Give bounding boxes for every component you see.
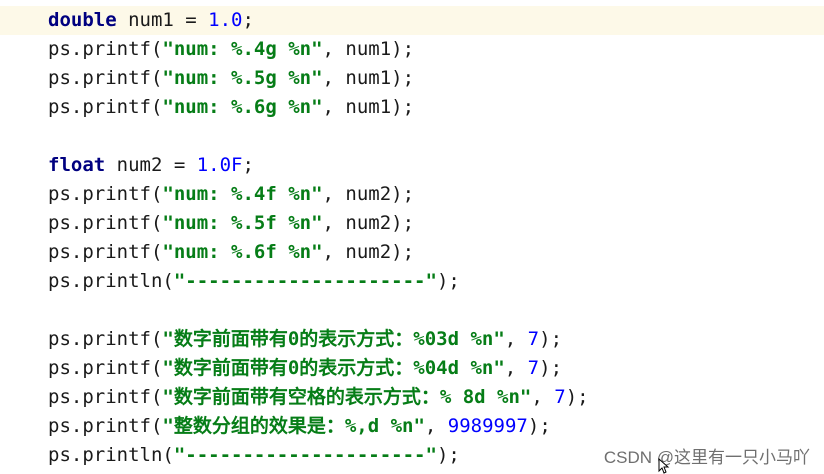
code-line-content: ps.printf("num: %.6g %n", num1);	[48, 93, 414, 122]
code-token-str: "num: %.6f %n"	[162, 241, 323, 263]
csdn-watermark: CSDN @这里有一只小马吖	[603, 448, 810, 467]
code-token-plain: ps.printf(	[48, 67, 163, 89]
code-token-plain: ;	[242, 9, 254, 31]
code-line-content: double num1 = 1.0;	[48, 6, 254, 35]
code-token-plain: , num1);	[322, 96, 415, 118]
code-token-plain: ps.printf(	[48, 96, 163, 118]
code-token-num: 7	[527, 357, 540, 379]
code-line[interactable]: ps.printf("num: %.5f %n", num2);	[0, 209, 824, 238]
code-line[interactable]	[0, 122, 824, 151]
code-token-plain: );	[539, 357, 563, 379]
code-token-plain: ps.printf(	[48, 212, 163, 234]
code-token-plain: ps.printf(	[48, 386, 163, 408]
code-token-num: 7	[527, 328, 540, 350]
code-line-content: ps.println("---------------------");	[48, 441, 460, 470]
code-line[interactable]: ps.printf("数字前面带有0的表示方式：%04d %n", 7);	[0, 354, 824, 383]
code-line-content: ps.printf("num: %.6f %n", num2);	[48, 238, 414, 267]
code-line-content: ps.printf("num: %.5g %n", num1);	[48, 64, 414, 93]
code-token-str: "数字前面带有0的表示方式：%03d %n"	[162, 328, 505, 350]
code-token-str: "数字前面带有0的表示方式：%04d %n"	[162, 357, 505, 379]
code-token-plain: ps.println(	[48, 444, 174, 466]
code-token-str: "---------------------"	[173, 444, 437, 466]
code-token-plain: ,	[504, 328, 528, 350]
code-editor[interactable]: double num1 = 1.0; ps.printf("num: %.4g %…	[0, 0, 824, 474]
code-token-plain: );	[436, 444, 460, 466]
code-token-num: 1.0F	[196, 154, 243, 176]
code-token-plain: , num1);	[322, 67, 415, 89]
code-token-plain: ,	[424, 415, 448, 437]
code-token-num: 1.0	[208, 9, 243, 31]
code-token-plain: , num1);	[322, 38, 415, 60]
code-line[interactable]: ps.printf("数字前面带有0的表示方式：%03d %n", 7);	[0, 325, 824, 354]
code-token-plain: ps.printf(	[48, 357, 163, 379]
code-token-plain: ps.printf(	[48, 415, 163, 437]
code-line-content: ps.printf("数字前面带有0的表示方式：%03d %n", 7);	[48, 325, 562, 354]
code-token-plain: , num2);	[322, 212, 415, 234]
code-line-content: ps.printf("num: %.5f %n", num2);	[48, 209, 414, 238]
code-token-plain: );	[436, 270, 460, 292]
code-line[interactable]: ps.printf("num: %.5g %n", num1);	[0, 64, 824, 93]
code-token-kw: double	[48, 9, 117, 31]
code-token-str: "num: %.4g %n"	[162, 38, 323, 60]
code-token-plain: );	[527, 415, 551, 437]
code-token-plain: ps.printf(	[48, 183, 163, 205]
code-line-content: ps.printf("数字前面带有0的表示方式：%04d %n", 7);	[48, 354, 562, 383]
code-line-content: ps.printf("num: %.4f %n", num2);	[48, 180, 414, 209]
code-line[interactable]: ps.printf("整数分组的效果是：%,d %n", 9989997);	[0, 412, 824, 441]
code-token-plain: );	[565, 386, 589, 408]
mouse-cursor-icon	[658, 458, 670, 474]
code-line[interactable]: ps.printf("num: %.4f %n", num2);	[0, 180, 824, 209]
code-token-plain: ps.printf(	[48, 328, 163, 350]
code-token-plain: , num2);	[322, 183, 415, 205]
code-token-str: "整数分组的效果是：%,d %n"	[162, 415, 425, 437]
code-token-plain: , num2);	[322, 241, 415, 263]
code-token-kw: float	[48, 154, 106, 176]
code-token-plain: ps.println(	[48, 270, 174, 292]
code-line[interactable]	[0, 296, 824, 325]
code-line-content: ps.printf("整数分组的效果是：%,d %n", 9989997);	[48, 412, 551, 441]
code-line-content: ps.printf("num: %.4g %n", num1);	[48, 35, 414, 64]
code-token-plain: ;	[242, 154, 254, 176]
code-token-num: 7	[554, 386, 566, 408]
code-token-num: 9989997	[447, 415, 528, 437]
code-line[interactable]: ps.printf("num: %.6g %n", num1);	[0, 93, 824, 122]
code-line[interactable]: ps.printf("num: %.4g %n", num1);	[0, 35, 824, 64]
code-line[interactable]: float num2 = 1.0F;	[0, 151, 824, 180]
code-line[interactable]: double num1 = 1.0;	[0, 6, 824, 35]
code-line-content: ps.printf("数字前面带有空格的表示方式：% 8d %n", 7);	[48, 383, 589, 412]
code-line[interactable]: ps.printf("num: %.6f %n", num2);	[0, 238, 824, 267]
code-token-str: "num: %.5g %n"	[162, 67, 323, 89]
code-token-str: "num: %.4f %n"	[162, 183, 323, 205]
code-token-str: "---------------------"	[173, 270, 437, 292]
code-token-plain: ps.printf(	[48, 241, 163, 263]
code-token-str: "数字前面带有空格的表示方式：% 8d %n"	[162, 386, 532, 408]
code-line[interactable]: ps.println("---------------------");	[0, 267, 824, 296]
code-token-plain: );	[539, 328, 563, 350]
code-line[interactable]: ps.printf("数字前面带有空格的表示方式：% 8d %n", 7);	[0, 383, 824, 412]
code-line-content: ps.println("---------------------");	[48, 267, 460, 296]
code-token-plain: ,	[531, 386, 555, 408]
code-line-content: float num2 = 1.0F;	[48, 151, 254, 180]
code-token-plain: num1 =	[116, 9, 209, 31]
code-token-plain: num2 =	[105, 154, 197, 176]
code-token-str: "num: %.5f %n"	[162, 212, 323, 234]
code-token-plain: ,	[504, 357, 528, 379]
code-token-str: "num: %.6g %n"	[162, 96, 323, 118]
code-token-plain: ps.printf(	[48, 38, 163, 60]
